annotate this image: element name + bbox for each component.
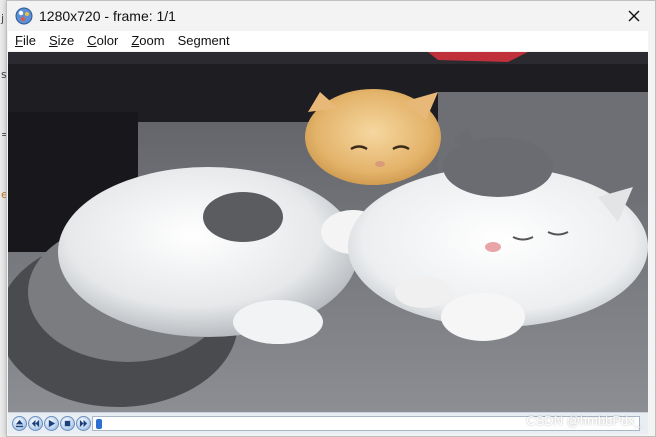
play-icon xyxy=(48,419,56,428)
menu-label: Segment xyxy=(177,33,230,48)
menu-label: oom xyxy=(139,33,165,48)
close-button[interactable] xyxy=(617,2,651,30)
eject-button[interactable] xyxy=(12,416,27,431)
menu-zoom[interactable]: Zoom xyxy=(124,31,170,51)
menu-file[interactable]: File xyxy=(8,31,42,51)
stop-icon xyxy=(64,420,71,427)
menu-mnemonic: F xyxy=(15,33,23,48)
fast-forward-button[interactable] xyxy=(76,416,91,431)
fast-forward-icon xyxy=(79,419,88,428)
seek-thumb[interactable] xyxy=(96,419,102,429)
rewind-button[interactable] xyxy=(28,416,43,431)
play-button[interactable] xyxy=(44,416,59,431)
menu-bar: File Size Color Zoom Segment xyxy=(8,31,648,51)
eject-icon xyxy=(15,419,24,428)
menu-label: ile xyxy=(22,33,36,48)
close-icon xyxy=(628,10,640,22)
window-title: 1280x720 - frame: 1/1 xyxy=(39,8,176,24)
watermark-text: CSDN @hmbbPdx_ xyxy=(526,413,642,428)
video-player-window: 1280x720 - frame: 1/1 File Size Color Zo… xyxy=(6,0,656,437)
stop-button[interactable] xyxy=(60,416,75,431)
video-frame[interactable] xyxy=(8,52,648,412)
app-icon xyxy=(15,7,33,25)
title-bar[interactable]: 1280x720 - frame: 1/1 xyxy=(7,1,655,31)
menu-segment[interactable]: Segment xyxy=(171,31,236,51)
menu-mnemonic: C xyxy=(87,33,97,48)
menu-mnemonic: S xyxy=(48,33,58,48)
rewind-icon xyxy=(31,419,40,428)
menu-label: ize xyxy=(57,33,75,48)
background-text-fragment: j xyxy=(1,12,5,25)
kittens-image xyxy=(8,52,648,412)
menu-size[interactable]: Size xyxy=(42,31,80,51)
menu-label: olor xyxy=(96,33,119,48)
menu-color[interactable]: Color xyxy=(80,31,124,51)
